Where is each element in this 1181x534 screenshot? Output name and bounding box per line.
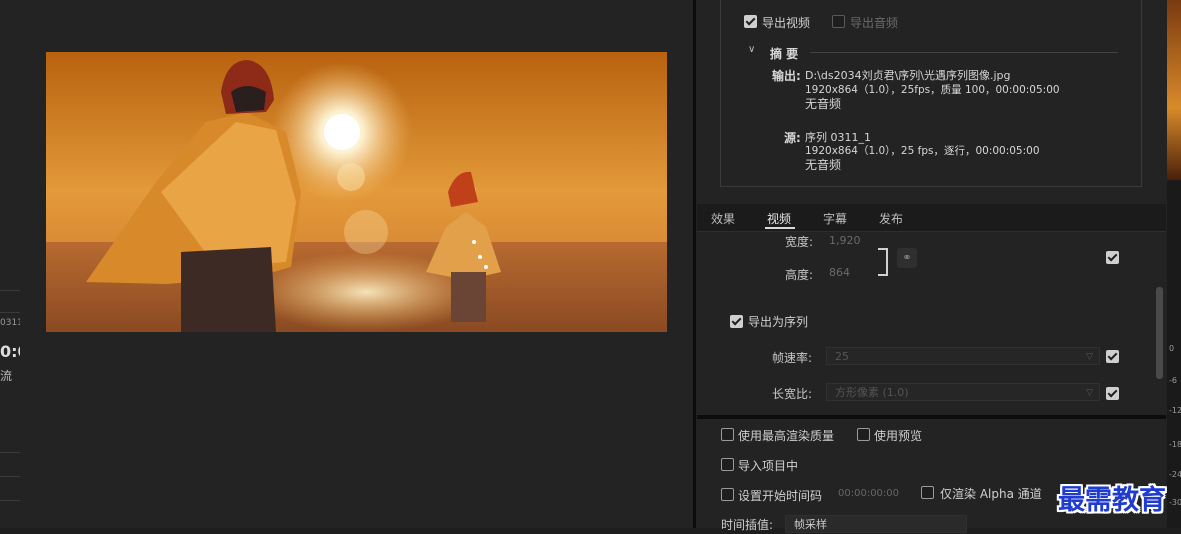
export-audio-checkbox[interactable] xyxy=(832,15,845,28)
divider xyxy=(0,290,20,291)
alpha-only-checkbox[interactable] xyxy=(921,486,934,499)
export-audio-label: 导出音频 xyxy=(850,16,899,30)
alpha-only-label: 仅渲染 Alpha 通道 xyxy=(940,487,1042,501)
width-label: 宽度: xyxy=(785,235,814,249)
output-label: 输出: xyxy=(772,69,801,83)
watermark-logo: 最需教育 xyxy=(1058,485,1166,516)
meter-thumbnail xyxy=(1167,0,1181,180)
summary-title: 摘 要 xyxy=(770,47,799,61)
left-panel-strip: 0311 0:0 流 xyxy=(0,0,29,528)
source-label: 源: xyxy=(784,131,801,145)
export-sequence-checkbox[interactable] xyxy=(730,315,743,328)
meter-tick: -24 xyxy=(1169,470,1181,479)
meter-tick: -18 xyxy=(1169,440,1181,449)
max-quality-checkbox[interactable] xyxy=(721,428,734,441)
link-bracket xyxy=(878,248,888,276)
output-audio: 无音频 xyxy=(805,97,842,111)
frame-rate-checkbox[interactable] xyxy=(1106,350,1119,363)
meter-tick: 0 xyxy=(1169,344,1175,353)
height-label: 高度: xyxy=(785,268,814,282)
import-project-label: 导入项目中 xyxy=(738,459,799,473)
meter-tick: -6 xyxy=(1169,376,1177,385)
frame-rate-dropdown[interactable]: 25 ▽ xyxy=(826,347,1100,365)
tab-effects[interactable]: 效果 xyxy=(711,210,735,227)
meter-tick: -12 xyxy=(1169,406,1181,415)
chevron-down-icon[interactable]: ∨ xyxy=(748,44,755,55)
chevron-down-icon: ▽ xyxy=(1086,388,1093,398)
time-interp-label: 时间插值: xyxy=(721,518,774,532)
frame-rate-value: 25 xyxy=(835,350,849,363)
max-quality-label: 使用最高渲染质量 xyxy=(738,429,835,443)
time-interp-dropdown[interactable]: 帧采样 xyxy=(785,515,967,533)
active-tab-indicator xyxy=(765,227,795,229)
divider xyxy=(0,312,20,313)
meter-tick: -30 xyxy=(1169,498,1181,507)
panel-divider xyxy=(693,0,696,528)
aspect-checkbox[interactable] xyxy=(1106,387,1119,400)
tab-publish[interactable]: 发布 xyxy=(879,210,903,227)
use-preview-label: 使用预览 xyxy=(874,429,923,443)
start-timecode-checkbox[interactable] xyxy=(721,488,734,501)
tab-video[interactable]: 视频 xyxy=(767,210,791,227)
aspect-label: 长宽比: xyxy=(772,387,813,401)
height-field[interactable]: 864 xyxy=(829,266,850,279)
scrollbar-thumb[interactable] xyxy=(1156,287,1163,379)
divider xyxy=(0,452,20,453)
section-divider xyxy=(697,415,1166,419)
aspect-dropdown[interactable]: 方形像素 (1.0) ▽ xyxy=(826,383,1100,401)
start-timecode-field[interactable]: 00:00:00:00 xyxy=(838,488,899,499)
divider xyxy=(0,476,20,477)
import-project-checkbox[interactable] xyxy=(721,458,734,471)
label-fragment: 流 xyxy=(0,369,13,383)
use-preview-checkbox[interactable] xyxy=(857,428,870,441)
chevron-down-icon: ▽ xyxy=(1086,352,1093,362)
tab-captions[interactable]: 字幕 xyxy=(823,210,847,227)
export-sequence-label: 导出为序列 xyxy=(748,315,809,329)
preview-image[interactable] xyxy=(46,52,667,332)
export-video-label: 导出视频 xyxy=(762,16,811,30)
export-video-checkbox[interactable] xyxy=(744,15,757,28)
time-interp-value: 帧采样 xyxy=(794,518,827,531)
scene-picture xyxy=(46,52,667,332)
divider xyxy=(0,500,20,501)
output-path: D:\ds2034刘贞君\序列\光遇序列图像.jpg xyxy=(805,69,1011,82)
start-timecode-label: 设置开始时间码 xyxy=(738,489,823,503)
source-audio: 无音频 xyxy=(805,158,842,172)
dimension-override-checkbox[interactable] xyxy=(1106,251,1119,264)
aspect-value: 方形像素 (1.0) xyxy=(835,386,909,399)
divider xyxy=(810,52,1118,53)
width-field[interactable]: 1,920 xyxy=(829,234,861,247)
link-icon[interactable]: ⚭ xyxy=(897,248,917,268)
frame-rate-label: 帧速率: xyxy=(772,351,813,365)
output-specs: 1920x864（1.0），25fps，质量 100，00:00:05:00 xyxy=(805,84,1060,96)
